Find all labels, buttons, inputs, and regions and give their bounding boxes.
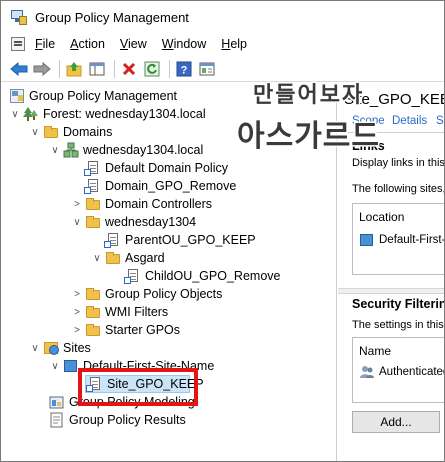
expand-chevron-icon[interactable]: > xyxy=(71,306,83,318)
system-menu-icon[interactable] xyxy=(11,37,25,51)
tree-domains[interactable]: ∨ Domains xyxy=(29,123,112,141)
tree-ou-asgard[interactable]: ∨ Asgard xyxy=(91,249,164,267)
menu-help[interactable]: Help xyxy=(219,37,254,51)
location-row[interactable]: Default-First-Sit xyxy=(359,232,444,248)
collapse-chevron-icon[interactable]: ∨ xyxy=(9,108,21,120)
links-description: The following sites, d xyxy=(352,183,444,195)
tree-wmi-filters[interactable]: > WMI Filters xyxy=(71,303,168,321)
toolbar: ? xyxy=(1,56,444,82)
tab-details[interactable]: Details xyxy=(392,115,427,127)
gpo-link-icon xyxy=(104,232,121,248)
expand-chevron-icon[interactable]: > xyxy=(71,198,83,210)
site-icon xyxy=(359,232,375,248)
toolbar-separator xyxy=(59,59,60,78)
red-highlight-box xyxy=(78,368,198,406)
gpmc-app-icon xyxy=(11,9,27,25)
wmi-folder-icon xyxy=(85,304,101,320)
gpo-link-icon xyxy=(124,268,141,284)
ou-folder-icon xyxy=(85,196,101,212)
properties-icon[interactable] xyxy=(197,59,217,79)
ou-folder-icon xyxy=(85,214,101,230)
gpmc-root-icon xyxy=(9,88,25,104)
up-folder-icon[interactable] xyxy=(64,59,84,79)
location-column-header[interactable]: Location xyxy=(359,210,404,224)
add-button[interactable]: Add... xyxy=(352,411,440,433)
tree-ou-wednesday1304[interactable]: ∨ wednesday1304 xyxy=(71,213,196,231)
tree-group-policy-objects[interactable]: > Group Policy Objects xyxy=(71,285,222,303)
collapse-chevron-icon[interactable]: ∨ xyxy=(71,216,83,228)
security-table: Name Authenticated xyxy=(352,337,444,403)
tree-root[interactable]: Group Policy Management xyxy=(9,87,177,105)
users-icon xyxy=(359,364,375,380)
tree-domain-controllers[interactable]: > Domain Controllers xyxy=(71,195,212,213)
tree-sites[interactable]: ∨ Sites xyxy=(29,339,91,357)
collapse-chevron-icon[interactable]: ∨ xyxy=(91,252,103,264)
domain-icon xyxy=(63,142,79,158)
show-hide-tree-icon[interactable] xyxy=(87,59,107,79)
pane-splitter[interactable] xyxy=(338,288,444,294)
window-title: Group Policy Management xyxy=(35,9,189,25)
forest-icon xyxy=(23,106,39,122)
tree-domain-gpo-remove[interactable]: Domain_GPO_Remove xyxy=(84,177,236,195)
tree-domain[interactable]: ∨ wednesday1304.local xyxy=(49,141,203,159)
tree-starter-gpos[interactable]: > Starter GPOs xyxy=(71,321,180,339)
sites-icon xyxy=(43,340,59,356)
forward-icon[interactable] xyxy=(32,59,52,79)
ou-folder-icon xyxy=(105,250,121,266)
help-icon[interactable]: ? xyxy=(174,59,194,79)
details-pane: Site_GPO_KEEP Scope Details Se Links Dis… xyxy=(338,83,444,461)
site-icon xyxy=(63,358,79,374)
collapse-chevron-icon[interactable]: ∨ xyxy=(29,126,41,138)
tree-group-policy-results[interactable]: Group Policy Results xyxy=(49,411,186,429)
toolbar-separator xyxy=(169,59,170,78)
menu-view[interactable]: View xyxy=(118,37,154,51)
details-title: Site_GPO_KEEP xyxy=(344,91,444,108)
collapse-chevron-icon[interactable]: ∨ xyxy=(49,360,61,372)
toolbar-separator xyxy=(114,59,115,78)
menu-window[interactable]: Window xyxy=(160,37,213,51)
folder-icon xyxy=(85,286,101,302)
menu-action[interactable]: Action xyxy=(68,37,112,51)
gpo-link-icon xyxy=(84,178,101,194)
collapse-chevron-icon[interactable]: ∨ xyxy=(49,144,61,156)
delete-icon[interactable] xyxy=(119,59,139,79)
refresh-icon[interactable] xyxy=(142,59,162,79)
collapse-chevron-icon[interactable]: ∨ xyxy=(29,342,41,354)
folder-icon xyxy=(43,124,59,140)
svg-text:?: ? xyxy=(181,64,188,76)
tab-scope[interactable]: Scope xyxy=(352,115,385,127)
tree-child-ou-gpo[interactable]: ChildOU_GPO_Remove xyxy=(124,267,280,285)
security-row[interactable]: Authenticated xyxy=(359,364,444,380)
gpmc-window: Group Policy Management File Action View… xyxy=(0,0,445,462)
expand-chevron-icon[interactable]: > xyxy=(71,288,83,300)
modeling-icon xyxy=(49,394,65,410)
tree-parent-ou-gpo[interactable]: ParentOU_GPO_KEEP xyxy=(104,231,256,249)
name-column-header[interactable]: Name xyxy=(359,344,391,358)
gpo-link-icon xyxy=(84,160,101,176)
details-tabs: Scope Details Se xyxy=(338,113,444,133)
title-bar: Group Policy Management xyxy=(1,1,444,33)
links-display-text: Display links in this lo xyxy=(352,157,444,169)
security-filtering-text: The settings in this G xyxy=(352,319,444,331)
folder-icon xyxy=(85,322,101,338)
menu-file[interactable]: File xyxy=(33,37,62,51)
tree-forest[interactable]: ∨ Forest: wednesday1304.local xyxy=(9,105,206,123)
expand-chevron-icon[interactable]: > xyxy=(71,324,83,336)
results-icon xyxy=(49,412,65,428)
links-heading: Links xyxy=(352,139,385,153)
menu-bar: File Action View Window Help xyxy=(1,33,444,55)
security-filtering-heading: Security Filtering xyxy=(352,297,444,311)
tab-settings[interactable]: Se xyxy=(436,115,444,127)
tree-default-domain-policy[interactable]: Default Domain Policy xyxy=(84,159,228,177)
links-table: Location Default-First-Sit xyxy=(352,203,444,275)
back-icon[interactable] xyxy=(9,59,29,79)
